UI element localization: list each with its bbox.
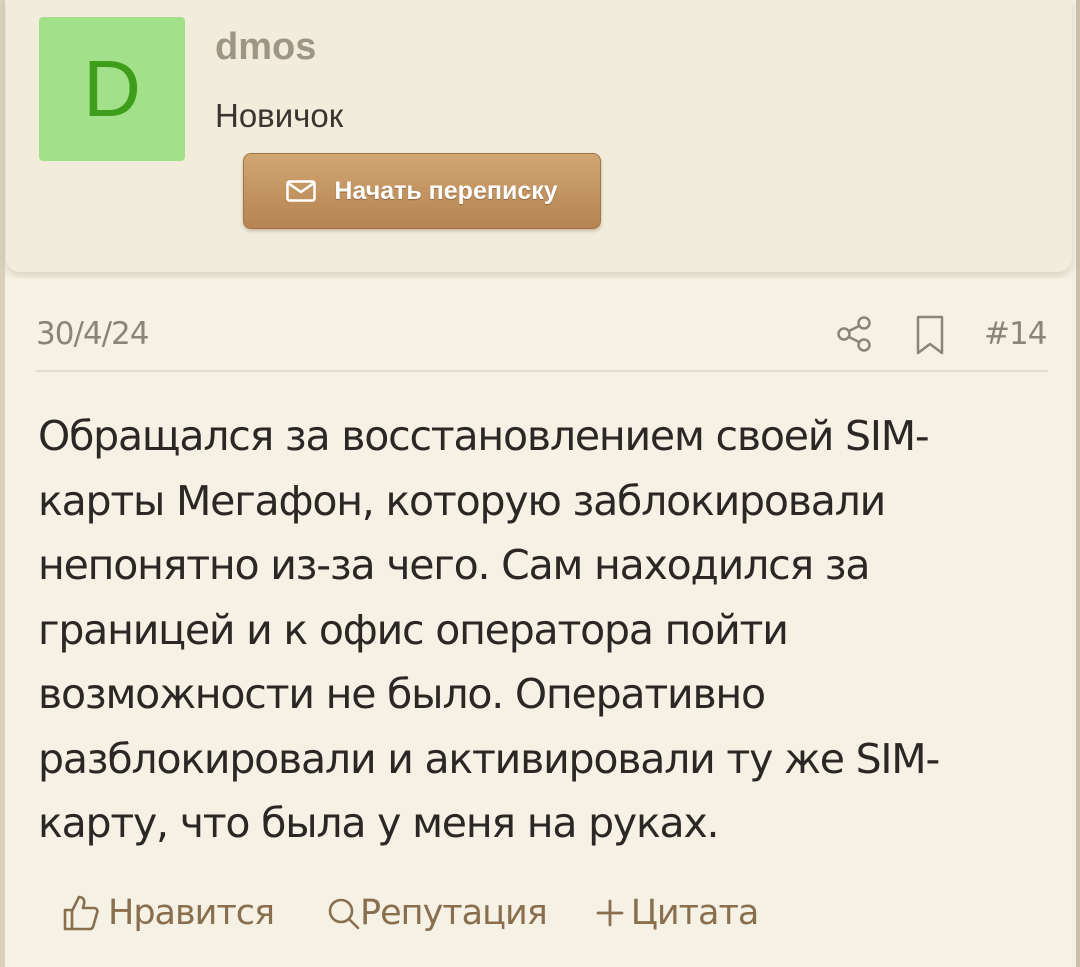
quote-button[interactable]: Цитата	[595, 893, 759, 933]
search-icon	[326, 896, 360, 930]
bookmark-icon[interactable]	[914, 314, 946, 356]
post-body: Обращался за восстановлением своей SIM- …	[38, 412, 940, 847]
post: 30/4/24 #14 Обращался за восстановлением…	[6, 278, 1072, 967]
post-number[interactable]: #14	[984, 316, 1047, 352]
start-conversation-button[interactable]: Начать переписку	[243, 153, 601, 229]
reputation-button[interactable]: Репутация	[326, 893, 548, 933]
post-date[interactable]: 30/4/24	[36, 316, 150, 352]
page-left-border	[0, 0, 5, 967]
post-actions: Нравится Репутация Цитата	[62, 888, 759, 938]
avatar[interactable]: D	[39, 17, 185, 161]
envelope-icon	[286, 180, 317, 202]
start-conversation-label: Начать переписку	[334, 176, 558, 205]
user-title: Новичок	[215, 97, 344, 134]
divider	[36, 370, 1048, 372]
username[interactable]: dmos	[215, 26, 316, 69]
share-icon[interactable]	[834, 314, 874, 354]
avatar-letter: D	[83, 44, 141, 133]
author-card: D dmos Новичок Начать переписку	[6, 0, 1072, 272]
quote-label: Цитата	[630, 893, 760, 933]
like-button[interactable]: Нравится	[62, 893, 275, 933]
like-label: Нравится	[108, 893, 275, 933]
page-right-border	[1076, 0, 1080, 967]
thumbs-up-icon	[62, 894, 100, 932]
reputation-label: Репутация	[360, 893, 548, 933]
plus-icon	[595, 898, 625, 928]
